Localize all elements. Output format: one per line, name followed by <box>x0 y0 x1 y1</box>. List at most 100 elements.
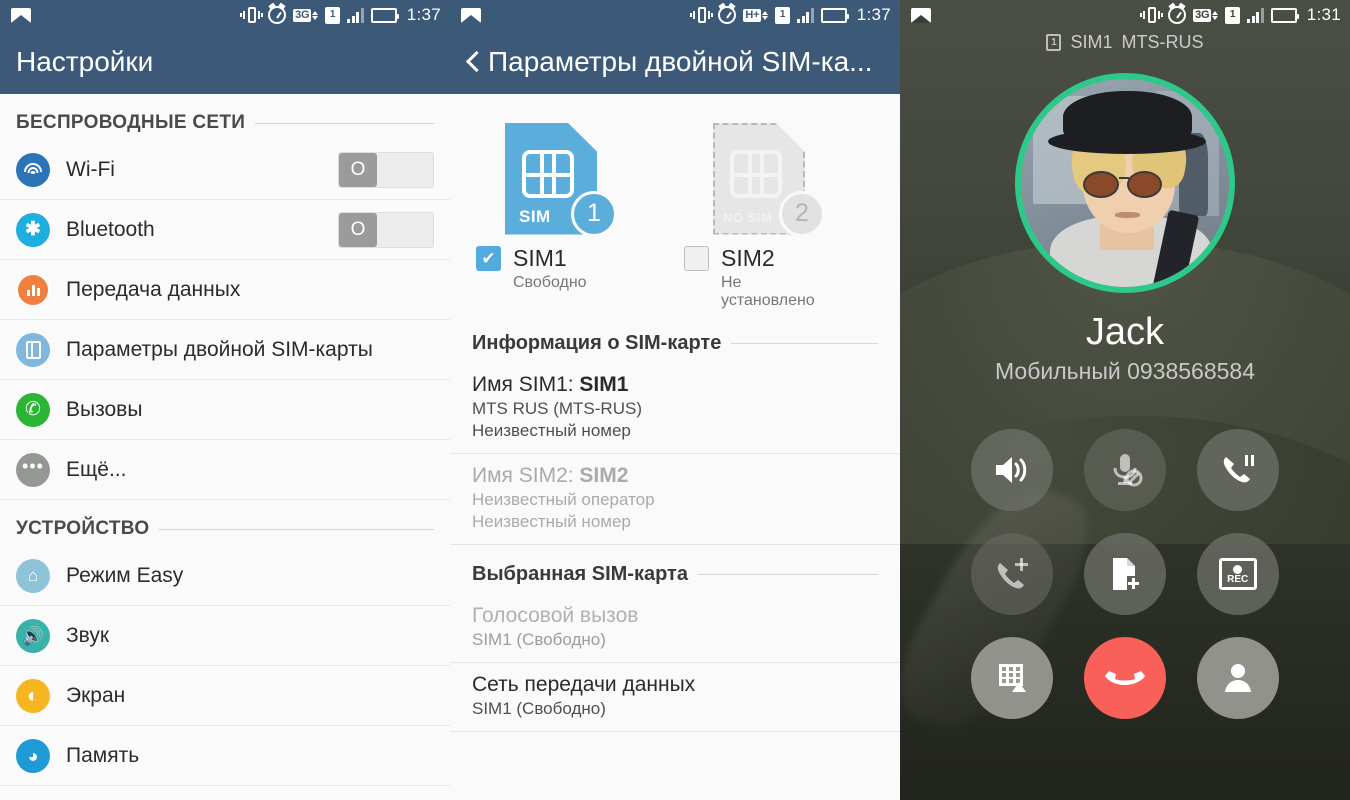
sim1-name-value: SIM1 <box>579 373 629 396</box>
sim2-artwork: NO SIM 2 <box>684 116 834 241</box>
photo-icon <box>461 7 481 23</box>
back-chevron-icon[interactable] <box>462 51 484 73</box>
sidebar-item-sound[interactable]: 🔊 Звук <box>0 606 450 666</box>
battery-icon <box>370 7 399 23</box>
sidebar-item-display[interactable]: ◐ Экран <box>0 666 450 726</box>
storage-icon: ◕ <box>16 738 50 773</box>
sim2-label: SIM2 <box>721 245 775 271</box>
clock-label: 1:31 <box>1306 5 1341 24</box>
page-title: Параметры двойной SIM-ка... <box>488 46 873 77</box>
wifi-icon <box>16 152 50 187</box>
photo-icon <box>911 7 931 23</box>
phone-pause-icon <box>1223 455 1254 483</box>
sim1-status: Свободно <box>513 274 587 291</box>
alarm-icon <box>718 6 737 24</box>
sim1-operator: MTS RUS (MTS-RUS) <box>472 399 642 418</box>
sim1-checkbox[interactable]: ✔ <box>476 246 501 271</box>
alarm-icon <box>268 6 287 24</box>
phone-hangup-icon <box>1104 671 1145 685</box>
speaker-icon <box>996 457 1027 483</box>
sim1-checkbox-row[interactable]: ✔ SIM1 <box>476 245 626 272</box>
divider <box>159 528 434 530</box>
active-sim-label: SIM1 <box>1070 32 1113 52</box>
sidebar-item-wifi[interactable]: Wi-Fi O <box>0 140 450 200</box>
signal-bars-icon <box>1247 7 1264 23</box>
note-add-icon <box>1112 558 1139 590</box>
add-note-button[interactable] <box>1083 533 1166 615</box>
vibrate-icon <box>690 6 714 24</box>
sim2-number: Неизвестный номер <box>472 512 631 531</box>
clock-label: 1:37 <box>856 5 891 24</box>
section-header-selected-sim: Выбранная SIM-карта <box>450 545 900 594</box>
wifi-toggle[interactable]: O <box>338 151 434 188</box>
sim2-checkbox-row[interactable]: SIM2 <box>684 245 834 272</box>
data-network-sim-row[interactable]: Сеть передачи данных SIM1 (Свободно) <box>450 663 900 732</box>
phone-icon: ✆ <box>16 392 50 427</box>
data-usage-icon <box>16 272 50 307</box>
call-action-grid: REC <box>900 429 1350 719</box>
sim-slot-icon: 1 <box>1225 6 1241 24</box>
dialpad-icon <box>999 664 1027 692</box>
caller-number: Мобильный 0938568584 <box>994 358 1256 384</box>
sidebar-item-label: Ещё... <box>66 457 127 481</box>
bluetooth-toggle[interactable]: O <box>338 211 434 248</box>
sim-card-label: SIM <box>519 206 551 226</box>
record-button[interactable]: REC <box>1196 533 1279 615</box>
sim2-name-value: SIM2 <box>579 464 629 487</box>
photo-icon <box>11 7 31 23</box>
sim-slot-icon: 1 <box>325 6 341 24</box>
mute-button[interactable] <box>1083 429 1166 511</box>
sim2-checkbox[interactable] <box>684 246 709 271</box>
status-bar-settings: 3G 1 1:37 <box>0 0 450 30</box>
sidebar-item-dual-sim[interactable]: Параметры двойной SIM-карты <box>0 320 450 380</box>
voice-call-label: Голосовой вызов <box>472 604 639 627</box>
signal-bars-icon <box>797 7 814 23</box>
sim1-info-row[interactable]: Имя SIM1: SIM1 MTS RUS (MTS-RUS) Неизвес… <box>450 363 900 454</box>
divider <box>697 574 878 575</box>
dialpad-button[interactable] <box>971 637 1054 719</box>
status-bar-right: 3G 1 1:37 <box>240 5 441 25</box>
sidebar-item-label: Память <box>66 743 140 767</box>
toggle-knob: O <box>339 212 377 247</box>
contacts-button[interactable] <box>1196 637 1279 719</box>
sidebar-item-label: Параметры двойной SIM-карты <box>66 337 373 361</box>
battery-icon <box>1270 7 1299 23</box>
sim-card-icon: SIM 1 <box>505 122 617 237</box>
sidebar-item-data-usage[interactable]: Передача данных <box>0 260 450 320</box>
section-title: БЕСПРОВОДНЫЕ СЕТИ <box>16 112 246 133</box>
section-header-sim-info: Информация о SIM-карте <box>450 314 900 363</box>
dual-sim-icon <box>16 332 50 367</box>
sim-slot-number: 1 <box>571 190 617 237</box>
sidebar-item-easy-mode[interactable]: ⌂ Режим Easy <box>0 546 450 606</box>
network-type-icon: H+ <box>743 8 769 22</box>
section-header-wireless: БЕСПРОВОДНЫЕ СЕТИ <box>0 94 450 140</box>
sidebar-item-label: Звук <box>66 623 110 647</box>
section-title: Выбранная SIM-карта <box>472 563 688 585</box>
hold-button[interactable] <box>1196 429 1279 511</box>
sim2-column: NO SIM 2 SIM2 Не установлено <box>684 116 834 310</box>
sidebar-item-bluetooth[interactable]: ✱ Bluetooth O <box>0 200 450 260</box>
clock-label: 1:37 <box>406 5 441 24</box>
microphone-off-icon <box>1113 454 1143 487</box>
sidebar-item-storage[interactable]: ◕ Память <box>0 726 450 786</box>
add-call-button[interactable] <box>971 533 1054 615</box>
network-type-icon: 3G <box>1193 8 1219 22</box>
section-title: УСТРОЙСТВО <box>16 518 150 539</box>
status-bar-call: 3G 1 1:31 <box>900 0 1350 30</box>
sim1-name-line: Имя SIM1: SIM1 <box>472 373 878 397</box>
sidebar-item-calls[interactable]: ✆ Вызовы <box>0 380 450 440</box>
sidebar-item-more[interactable]: ••• Ещё... <box>0 440 450 500</box>
speaker-button[interactable] <box>971 429 1054 511</box>
sim1-name-label: Имя SIM1: <box>472 373 580 396</box>
active-operator-label: MTS-RUS <box>1121 32 1204 52</box>
record-icon: REC <box>1218 558 1257 590</box>
network-type-label: 3G <box>1193 8 1212 22</box>
end-call-button[interactable] <box>1083 637 1166 719</box>
sidebar-item-label: Передача данных <box>66 277 241 301</box>
sim2-info-row: Имя SIM2: SIM2 Неизвестный оператор Неиз… <box>450 454 900 545</box>
sim2-name-line: Имя SIM2: SIM2 <box>472 464 878 488</box>
status-bar-left <box>911 7 1142 23</box>
sidebar-item-label: Bluetooth <box>66 217 155 241</box>
in-call-screen: 3G 1 1:31 1 SIM1 MTS-RUS Jack Мобильный … <box>900 0 1350 800</box>
sim2-status: Не установлено <box>721 274 815 309</box>
